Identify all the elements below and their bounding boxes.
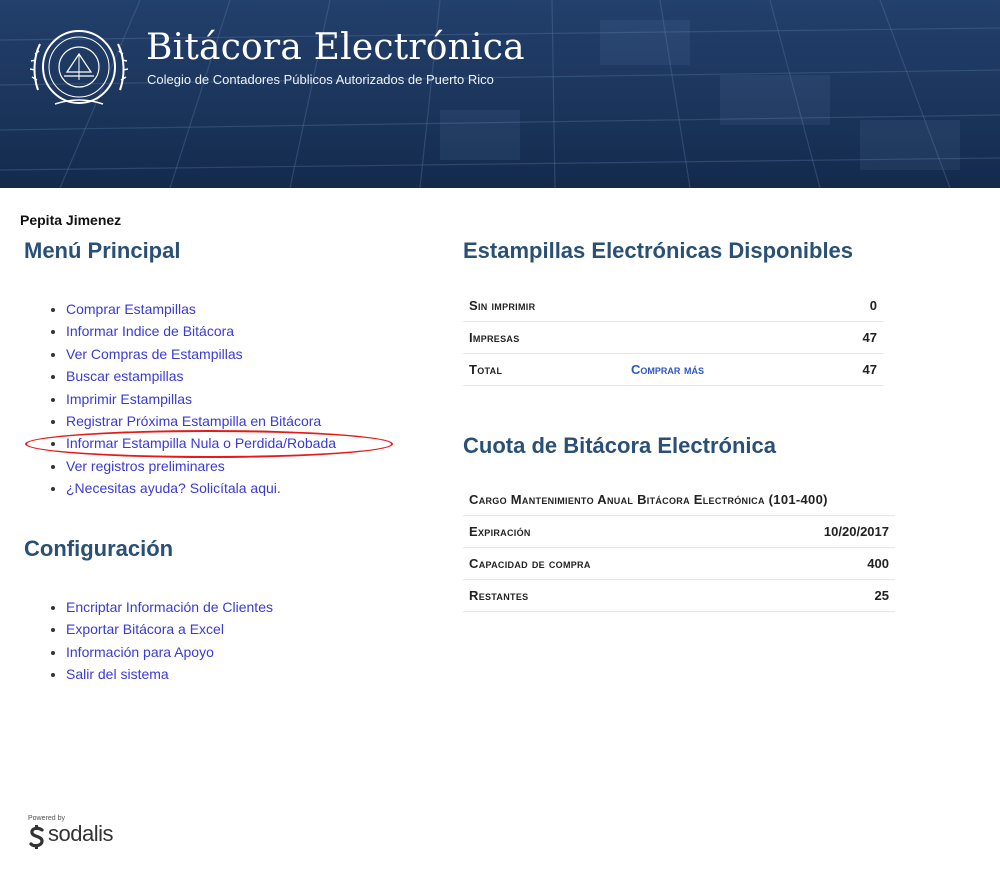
- register-next-stamp-link[interactable]: Registrar Próxima Estampilla en Bitácora: [66, 413, 321, 429]
- row-label: Sin imprimir: [463, 290, 625, 322]
- row-value: 47: [821, 321, 883, 354]
- list-item: Imprimir Estampillas: [66, 390, 336, 412]
- table-row: Impresas 47: [463, 321, 883, 354]
- buy-stamps-link[interactable]: Comprar Estampillas: [66, 301, 196, 317]
- row-label: Impresas: [463, 321, 625, 354]
- table-row: Capacidad de compra 400: [463, 547, 895, 580]
- list-item: Ver registros preliminares: [66, 457, 336, 479]
- configuration-heading: Configuración: [24, 536, 174, 561]
- table-row: Cargo Mantenimiento Anual Bitácora Elect…: [463, 484, 895, 516]
- row-label: Capacidad de compra: [463, 547, 737, 580]
- table-row: Restantes 25: [463, 579, 895, 612]
- list-item: Ver Compras de Estampillas: [66, 345, 336, 367]
- report-log-index-link[interactable]: Informar Indice de Bitácora: [66, 323, 234, 339]
- report-void-stamp-link[interactable]: Informar Estampilla Nula o Perdida/Robad…: [66, 435, 336, 451]
- site-header-banner: Bitácora Electrónica Colegio de Contador…: [0, 0, 1000, 188]
- sodalis-brand-name: sodalis: [48, 821, 113, 846]
- list-item: Exportar Bitácora a Excel: [66, 620, 273, 642]
- export-to-excel-link[interactable]: Exportar Bitácora a Excel: [66, 621, 224, 637]
- row-value: 400: [736, 547, 895, 580]
- user-name: Pepita Jimenez: [20, 212, 122, 228]
- list-item: Encriptar Información de Clientes: [66, 598, 273, 620]
- main-menu-heading: Menú Principal: [24, 238, 181, 263]
- sodalis-logo-icon: [29, 825, 44, 849]
- powered-by-logo: Powered by sodalis: [28, 815, 128, 851]
- support-info-link[interactable]: Información para Apoyo: [66, 644, 214, 660]
- row-link-cell: [625, 321, 822, 354]
- view-preliminary-records-link[interactable]: Ver registros preliminares: [66, 458, 225, 474]
- row-label: Expiración: [463, 515, 737, 548]
- electronic-log-quota-heading: Cuota de Bitácora Electrónica: [463, 433, 776, 458]
- list-item: ¿Necesitas ayuda? Solicítala aqui.: [66, 479, 336, 501]
- row-label: Total: [463, 353, 625, 386]
- row-link-cell: Comprar más: [625, 353, 822, 386]
- row-value: 10/20/2017: [736, 515, 895, 548]
- table-row: Expiración 10/20/2017: [463, 515, 895, 548]
- list-item: Salir del sistema: [66, 665, 273, 687]
- configuration-list: Encriptar Información de Clientes Export…: [48, 598, 273, 688]
- main-menu-list: Comprar Estampillas Informar Indice de B…: [48, 300, 336, 502]
- society-seal-icon: [30, 30, 128, 105]
- row-value: 47: [821, 353, 883, 386]
- list-item: Informar Indice de Bitácora: [66, 322, 336, 344]
- site-title: Bitácora Electrónica: [146, 27, 525, 68]
- plan-description: Cargo Mantenimiento Anual Bitácora Elect…: [463, 484, 895, 516]
- row-link-cell: [625, 290, 822, 322]
- request-help-link[interactable]: ¿Necesitas ayuda? Solicítala aqui.: [66, 480, 281, 496]
- logout-link[interactable]: Salir del sistema: [66, 666, 169, 682]
- quota-table: Cargo Mantenimiento Anual Bitácora Elect…: [463, 484, 895, 612]
- row-value: 0: [821, 290, 883, 322]
- list-item: Comprar Estampillas: [66, 300, 336, 322]
- available-stamps-heading: Estampillas Electrónicas Disponibles: [463, 238, 854, 263]
- site-subtitle: Colegio de Contadores Públicos Autorizad…: [147, 72, 494, 87]
- view-stamp-purchases-link[interactable]: Ver Compras de Estampillas: [66, 346, 243, 362]
- list-item: Buscar estampillas: [66, 367, 336, 389]
- print-stamps-link[interactable]: Imprimir Estampillas: [66, 391, 192, 407]
- list-item: Registrar Próxima Estampilla en Bitácora: [66, 412, 336, 434]
- table-row: Total Comprar más 47: [463, 353, 883, 386]
- buy-more-link[interactable]: Comprar más: [631, 362, 704, 377]
- search-stamps-link[interactable]: Buscar estampillas: [66, 368, 184, 384]
- list-item: Información para Apoyo: [66, 643, 273, 665]
- row-label: Restantes: [463, 579, 737, 612]
- list-item: Informar Estampilla Nula o Perdida/Robad…: [66, 434, 336, 456]
- table-row: Sin imprimir 0: [463, 290, 883, 322]
- row-value: 25: [736, 579, 895, 612]
- available-stamps-table: Sin imprimir 0 Impresas 47 Total Comprar…: [463, 290, 883, 386]
- encrypt-client-info-link[interactable]: Encriptar Información de Clientes: [66, 599, 273, 615]
